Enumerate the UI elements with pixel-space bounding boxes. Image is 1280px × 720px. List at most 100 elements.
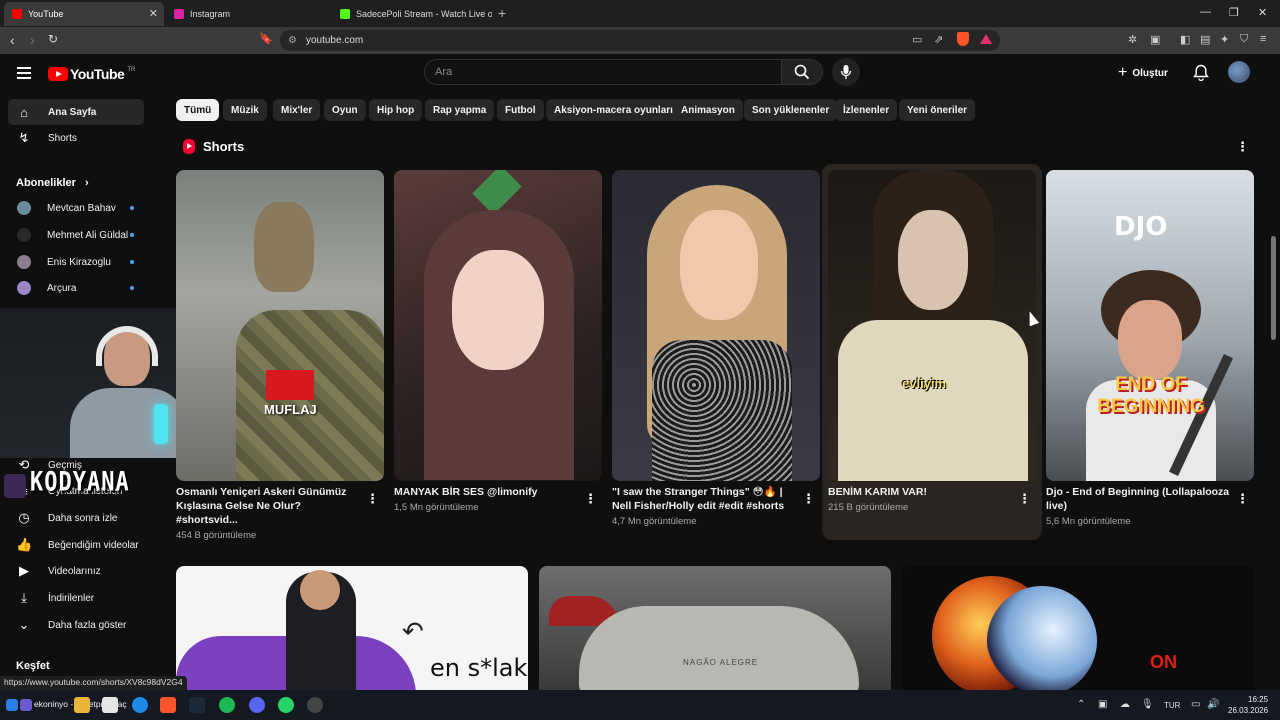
maximize-icon[interactable]: ❐ <box>1229 6 1239 19</box>
sidebar-item-shorts[interactable]: ↯ Shorts <box>8 125 144 151</box>
close-tab-icon[interactable]: ✕ <box>149 7 158 20</box>
short-thumbnail[interactable]: evliyim <box>828 170 1036 481</box>
short-card[interactable]: evliyim BENİM KARIM VAR! 215 B görüntüle… <box>822 164 1042 540</box>
whatsapp-icon[interactable] <box>278 697 294 713</box>
media-app-icon[interactable] <box>20 699 32 711</box>
subscription-item[interactable]: Enis Kirazoglu <box>8 249 144 275</box>
short-more-options-icon[interactable]: ⋮ <box>1018 492 1031 505</box>
video-thumbnail[interactable]: ↶ en s*lak <box>176 566 528 690</box>
short-card[interactable]: MANYAK BİR SES @limonify 1,5 Mn görüntül… <box>394 170 602 513</box>
page-scrollbar[interactable] <box>1271 236 1276 340</box>
leo-ai-icon[interactable]: ✦ <box>1220 33 1229 46</box>
chip-new-to-you[interactable]: Yeni öneriler <box>899 99 976 121</box>
sidebar-item-your-videos[interactable]: ▶ Videolarınız <box>8 558 144 584</box>
url-field[interactable]: ⚙ youtube.com <box>280 30 1000 51</box>
short-more-options-icon[interactable]: ⋮ <box>802 492 815 505</box>
brave-browser-icon[interactable] <box>160 697 176 713</box>
short-card[interactable]: MUFLAJ Osmanlı Yeniçeri Askeri Günümüz K… <box>176 170 384 541</box>
network-icon[interactable]: ▭ <box>1191 699 1200 710</box>
search-button[interactable] <box>781 59 823 85</box>
sidebar-item-show-more[interactable]: ⌄ Daha fazla göster <box>8 612 144 638</box>
chip-watched[interactable]: İzlenenler <box>835 99 898 121</box>
reload-icon[interactable]: ↻ <box>48 32 58 46</box>
forward-icon[interactable]: › <box>30 32 35 48</box>
chip-gaming[interactable]: Oyun <box>324 99 366 121</box>
tray-cloud-icon[interactable]: ☁ <box>1120 699 1130 710</box>
tray-overflow-icon[interactable]: ⌃ <box>1077 699 1085 710</box>
tray-mic-icon[interactable]: 🎙 <box>1141 699 1154 710</box>
tray-app-icon[interactable]: ▣ <box>1098 699 1107 710</box>
short-card[interactable]: DJO END OF BEGINNING Djo - End of Beginn… <box>1046 170 1254 527</box>
short-title[interactable]: MANYAK BİR SES @limonify <box>394 485 602 499</box>
vpn-icon[interactable]: ⛉ <box>1240 33 1248 46</box>
input-language[interactable]: TUR <box>1164 701 1180 710</box>
notifications-bell-icon[interactable] <box>1193 64 1209 86</box>
chip-football[interactable]: Futbol <box>497 99 544 121</box>
subscription-item[interactable]: Mehmet Ali Güldal <box>8 222 144 248</box>
account-avatar[interactable] <box>1228 61 1250 83</box>
steam-icon[interactable] <box>189 697 205 713</box>
minimize-icon[interactable]: — <box>1200 6 1211 18</box>
chip-all[interactable]: Tümü <box>176 99 220 121</box>
subscription-item[interactable]: Arçura <box>8 275 144 301</box>
share-icon[interactable]: ⇗ <box>934 33 943 46</box>
short-title[interactable]: "I saw the Stranger Things" 😳🔥 | Nell Fi… <box>612 485 820 513</box>
windows-start-icon[interactable] <box>6 699 18 711</box>
sidebar-item-watch-later[interactable]: ◷ Daha sonra izle <box>8 505 144 531</box>
store-icon[interactable] <box>102 697 118 713</box>
chip-animation[interactable]: Animasyon <box>673 99 743 121</box>
wallet-icon[interactable]: ▤ <box>1200 33 1210 46</box>
short-more-options-icon[interactable]: ⋮ <box>1236 492 1249 505</box>
video-thumbnail[interactable]: ON <box>902 566 1254 690</box>
tab-youtube[interactable]: YouTube ✕ <box>4 2 164 26</box>
sidebar-item-home[interactable]: ⌂ Ana Sayfa <box>8 99 144 125</box>
create-button[interactable]: + Oluştur <box>1118 64 1168 82</box>
chip-music[interactable]: Müzik <box>223 99 267 121</box>
short-more-options-icon[interactable]: ⋮ <box>366 492 379 505</box>
sidebar-toggle-icon[interactable]: ◧ <box>1180 33 1190 46</box>
short-thumbnail[interactable]: MUFLAJ <box>176 170 384 481</box>
short-thumbnail[interactable] <box>394 170 602 481</box>
short-title[interactable]: Osmanlı Yeniçeri Askeri Günümüz Kışlasın… <box>176 485 384 527</box>
shelf-more-options-icon[interactable]: ⋮ <box>1236 140 1249 153</box>
new-tab-button[interactable]: + <box>498 5 506 21</box>
voice-search-button[interactable] <box>832 58 860 86</box>
chip-mixes[interactable]: Mix'ler <box>273 99 321 121</box>
menu-icon[interactable]: ≡ <box>1260 33 1266 45</box>
cast-icon[interactable]: ▭ <box>912 33 922 46</box>
sidebar-item-downloads[interactable]: ⤓ İndirilenler <box>8 585 144 611</box>
short-card[interactable]: "I saw the Stranger Things" 😳🔥 | Nell Fi… <box>612 170 820 527</box>
subscription-item[interactable]: Mevtcan Bahav <box>8 195 144 221</box>
tab-sadecepoli[interactable]: SadecePoli Stream - Watch Live o <box>332 2 492 26</box>
volume-icon[interactable]: 🔊 <box>1207 699 1219 710</box>
tab-instagram[interactable]: Instagram <box>166 2 331 26</box>
spotify-icon[interactable] <box>219 697 235 713</box>
chip-rap[interactable]: Rap yapma <box>425 99 495 121</box>
tab-search-icon[interactable]: ▣ <box>1150 33 1160 46</box>
sidebar-item-liked-videos[interactable]: 👍 Beğendiğim videolar <box>8 532 144 558</box>
subscriptions-heading[interactable]: Abonelikler › <box>16 177 89 189</box>
chip-hip-hop[interactable]: Hip hop <box>369 99 423 121</box>
chip-action-adventure[interactable]: Aksiyon-macera oyunları <box>546 99 681 121</box>
short-title[interactable]: BENİM KARIM VAR! <box>828 485 1036 499</box>
short-thumbnail[interactable] <box>612 170 820 481</box>
youtube-logo[interactable]: YouTube TR <box>48 66 135 82</box>
short-more-options-icon[interactable]: ⋮ <box>584 492 597 505</box>
back-icon[interactable]: ‹ <box>10 32 15 48</box>
edge-icon[interactable] <box>132 697 148 713</box>
bookmark-icon[interactable]: 🔖 <box>259 32 273 45</box>
video-thumbnail[interactable]: NAGÃO ALEGRE <box>539 566 891 690</box>
guide-menu-icon[interactable] <box>17 67 31 79</box>
system-clock[interactable]: 16:25 26.03.2026 <box>1228 694 1268 716</box>
discord-icon[interactable] <box>249 697 265 713</box>
search-input[interactable] <box>425 60 782 84</box>
short-title[interactable]: Djo - End of Beginning (Lollapalooza liv… <box>1046 485 1254 513</box>
brave-rewards-icon[interactable] <box>980 34 992 44</box>
close-window-icon[interactable]: ✕ <box>1258 6 1267 19</box>
file-explorer-icon[interactable] <box>74 697 90 713</box>
obs-icon[interactable] <box>307 697 323 713</box>
brave-shields-icon[interactable] <box>957 32 969 46</box>
site-info-icon[interactable]: ⚙ <box>288 35 297 46</box>
chip-recently-uploaded[interactable]: Son yüklenenler <box>744 99 838 121</box>
extensions-icon[interactable]: ✲ <box>1128 33 1137 46</box>
